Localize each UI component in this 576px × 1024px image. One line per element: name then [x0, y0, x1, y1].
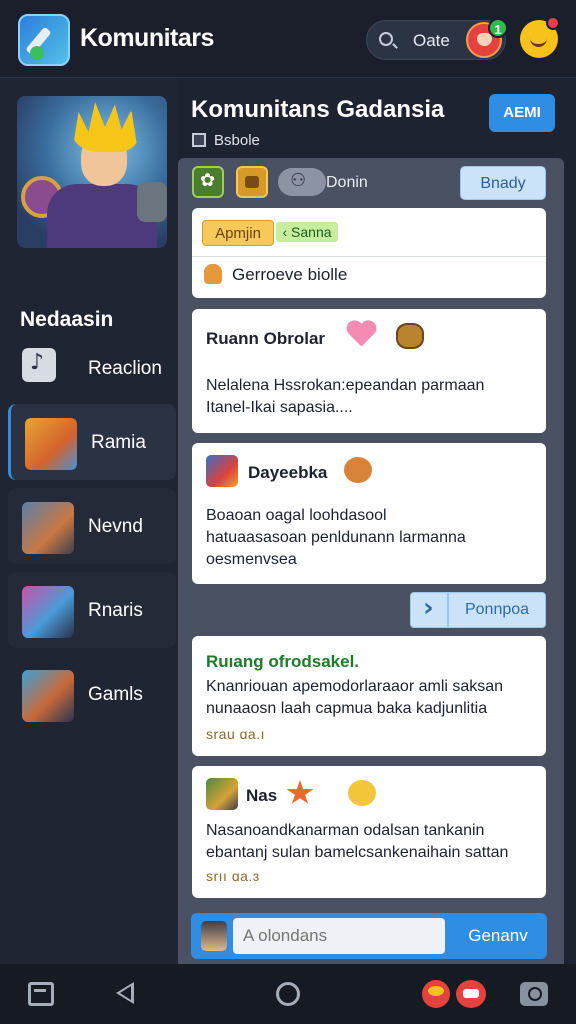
notification-badge: 1 — [488, 18, 508, 38]
post-meta: srau ɑa.ı — [206, 726, 265, 742]
post-title: Ruıang ofrodsakel. — [206, 652, 360, 671]
heart-icon[interactable] — [346, 321, 376, 349]
send-button[interactable]: Genanv — [453, 913, 543, 959]
header-action-button[interactable]: AEMI — [489, 94, 555, 132]
hero-rnaris-icon — [22, 586, 74, 638]
hero-nevnd-icon — [22, 502, 74, 554]
back-icon[interactable] — [116, 982, 134, 1004]
page-title: Komunitans Gadansia — [191, 96, 445, 123]
chest-filter-icon[interactable] — [236, 166, 268, 198]
sidebar-item-label: Gamls — [88, 684, 143, 705]
hero-gamls-icon — [22, 670, 74, 722]
tag-green-label: Sanna — [291, 224, 332, 240]
tag-badge[interactable]: Apmjin — [202, 220, 274, 246]
post-card[interactable]: Apmjin ‹ Sanna Gerroeve biolle — [192, 208, 546, 298]
profile-emoji-button[interactable] — [520, 16, 560, 58]
recent-apps-icon[interactable] — [28, 982, 54, 1006]
post-title: Ruann Obrolar — [206, 329, 326, 348]
post-card[interactable]: Ruıang ofrodsakel. Knanriouan apemodorla… — [192, 636, 546, 756]
hero-weapon-shape — [137, 182, 167, 222]
group-toggle-icon[interactable] — [278, 168, 326, 196]
post-body: hatuaasasoan penldunann larmanna — [206, 529, 466, 546]
sidebar-item-label: Rnaris — [88, 600, 143, 621]
post-thumbnail-icon — [206, 778, 238, 810]
app-logo-icon[interactable] — [18, 14, 70, 66]
sidebar-item-reaclion[interactable]: Reaclion — [8, 334, 176, 410]
post-title: Dayeebka — [248, 463, 328, 482]
post-title: Nas — [246, 786, 278, 805]
edit-checkbox-icon — [192, 133, 206, 147]
search-icon — [379, 32, 393, 46]
game-app-icon[interactable] — [456, 980, 486, 1008]
sidebar-item-rnaris[interactable]: Rnaris — [8, 572, 176, 648]
emoji-app-icon[interactable] — [422, 980, 450, 1008]
flower-filter-icon[interactable] — [192, 166, 224, 198]
sidebar-item-nevnd[interactable]: Nevnd — [8, 488, 176, 564]
featured-hero-image[interactable] — [17, 96, 167, 248]
search-label: Oate — [413, 31, 450, 50]
star-sticker-icon — [286, 780, 314, 804]
smile-sticker-icon — [348, 780, 376, 806]
sidebar-heading: Nedaasin — [20, 308, 114, 331]
camera-icon[interactable] — [520, 982, 548, 1006]
sidebar-item-label: Nevnd — [88, 516, 143, 537]
post-body: Nasanoandkanarman odalsan tankanin — [206, 822, 485, 839]
message-composer: Genanv — [191, 913, 547, 959]
toolbar-label: Donin — [326, 174, 368, 191]
post-thumbnail-icon — [206, 455, 238, 487]
post-body: ebantanj sulan bamelcsankenaihain sattan — [206, 844, 509, 861]
divider — [192, 256, 546, 257]
music-note-icon — [22, 348, 56, 382]
avatar — [201, 921, 227, 951]
bread-sticker-icon — [396, 323, 424, 349]
reply-row: Ponnpoa — [410, 592, 546, 628]
ready-button[interactable]: Bnady — [460, 166, 546, 200]
post-body: Itanel-Ikai sapasia.... — [206, 399, 353, 416]
post-card[interactable]: Nas Nasanoandkanarman odalsan tankanin e… — [192, 766, 546, 898]
hero-ramia-icon — [25, 418, 77, 470]
post-body: Knanriouan apemodorlaraaor amli saksan — [206, 678, 504, 695]
puppy-sticker-icon — [344, 457, 372, 483]
sidebar: Nedaasin Reaclion Ramia Nevnd Rnaris Gam… — [0, 78, 178, 964]
tag-badge-green[interactable]: ‹ Sanna — [276, 222, 338, 242]
profile-dot-indicator — [546, 16, 560, 30]
reply-button[interactable]: Ponnpoa — [448, 592, 546, 628]
bell-icon — [204, 264, 222, 284]
top-bar: Komunitars Oate 1 — [0, 0, 576, 78]
message-input[interactable] — [233, 918, 445, 954]
app-title: Komunitars — [80, 24, 214, 52]
sidebar-item-ramia[interactable]: Ramia — [8, 404, 176, 480]
chevron-right-icon[interactable] — [410, 592, 448, 628]
post-meta: srıı ɑa.ɜ — [206, 868, 260, 884]
post-body: Boaoan oagal loohdasool — [206, 507, 387, 524]
hero-hair-shape — [72, 102, 138, 152]
sidebar-item-gamls[interactable]: Gamls — [8, 656, 176, 732]
subtitle-text: Bsbole — [214, 132, 260, 149]
post-line: Gerroeve biolle — [232, 265, 348, 284]
system-nav-bar — [0, 964, 576, 1024]
post-body: Nelalena Hssrokan:epeandan parmaan — [206, 377, 485, 394]
sidebar-item-label: Reaclion — [88, 358, 162, 379]
post-body: nunaaosn laah capmua baka kadjunlitia — [206, 700, 488, 717]
post-body: oesmenvsea — [206, 551, 297, 568]
post-card[interactable]: Ruann Obrolar Nelalena Hssrokan:epeandan… — [192, 309, 546, 433]
subtitle-row[interactable]: Bsbole — [192, 132, 260, 149]
sidebar-item-label: Ramia — [91, 432, 146, 453]
home-icon[interactable] — [276, 982, 300, 1006]
post-card[interactable]: Dayeebka Boaoan oagal loohdasool hatuaas… — [192, 443, 546, 584]
feed-toolbar: Donin Bnady — [190, 164, 550, 202]
